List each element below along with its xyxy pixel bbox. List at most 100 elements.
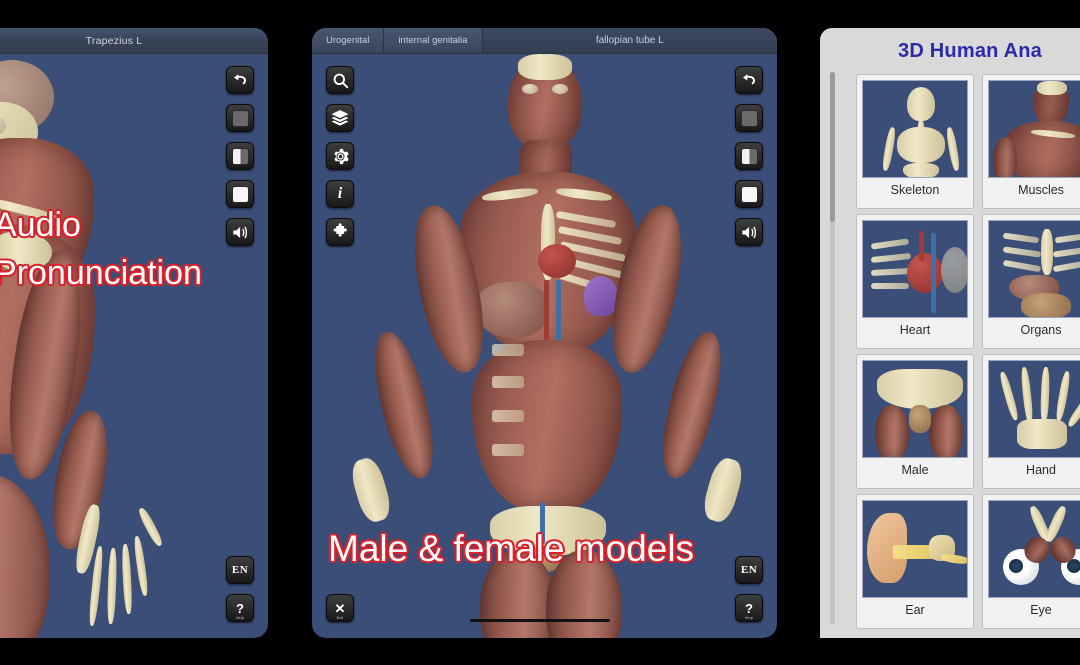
finger-bone-art [1020, 366, 1034, 424]
finger-bone-art [1054, 370, 1072, 422]
tab-fallopian-tube-l[interactable]: fallopian tube L [482, 28, 777, 53]
grid-item-muscles[interactable]: Muscles [982, 74, 1080, 209]
male-thumbnail [862, 360, 968, 458]
thumb-bone-art [136, 506, 165, 548]
metacarpal-art [1017, 419, 1067, 449]
gear-icon [331, 147, 350, 166]
grid-item-heart[interactable]: Heart [856, 214, 974, 349]
info-button[interactable]: i [326, 180, 354, 208]
language-label: EN [231, 563, 249, 576]
ear-thumbnail [862, 500, 968, 598]
settings-button[interactable] [326, 142, 354, 170]
undo-button-left[interactable] [226, 66, 254, 94]
speaker-icon [231, 223, 250, 242]
grid-item-ear[interactable]: Ear [856, 494, 974, 629]
device-panel-right: 3D Human Ana Skeleton Muscles Heart Orga… [820, 28, 1080, 638]
menu-scroll-thumb[interactable] [830, 72, 835, 222]
skeleton-thumbnail [862, 80, 968, 178]
search-button[interactable] [326, 66, 354, 94]
sternum-art [1041, 229, 1053, 275]
skull-art [907, 87, 935, 121]
opacity-light-button-center[interactable] [735, 180, 763, 208]
grid-item-organs[interactable]: Organs [982, 214, 1080, 349]
layers-icon [330, 108, 350, 128]
pelvis-art [903, 163, 939, 177]
opacity-light-icon [231, 185, 249, 203]
finger-bone-3-art [121, 543, 133, 615]
hand-left-art [347, 455, 395, 525]
muscles-thumbnail [988, 80, 1080, 178]
opacity-half-icon [231, 147, 249, 165]
rib-art [1054, 232, 1080, 244]
opacity-dark-button-left[interactable] [226, 104, 254, 132]
tab-internal-genitalia-label: internal genitalia [398, 35, 468, 46]
opacity-light-button-left[interactable] [226, 180, 254, 208]
language-button-left[interactable]: EN [226, 556, 254, 584]
forearm-right-art [652, 326, 732, 484]
device-panel-center: Urogenital internal genitalia fallopian … [312, 28, 777, 638]
screenshot-root: Trapezius L Audio Pronunciation EN ? Hel… [0, 0, 1080, 665]
finger-bone-2-art [106, 547, 118, 625]
caption-left-line2: Pronunciation [0, 254, 202, 292]
tab-fallopian-tube-l-label: fallopian tube L [595, 35, 664, 46]
anatomy-viewport-left[interactable] [0, 54, 268, 638]
grid-item-eye[interactable]: Eye [982, 494, 1080, 629]
skull-crown-art [518, 54, 572, 80]
layers-button[interactable] [326, 104, 354, 132]
aorta-art [919, 231, 924, 261]
model-grid: Skeleton Muscles Heart Organs Male Hand … [856, 74, 1080, 629]
grid-label-muscles: Muscles [1018, 183, 1064, 197]
menu-scrollbar[interactable] [830, 72, 835, 624]
abdominal-band-art [492, 376, 524, 388]
grid-label-ear: Ear [905, 603, 925, 617]
quiz-button[interactable] [326, 218, 354, 246]
thumb-bone-art [1066, 395, 1080, 429]
help-button-center[interactable]: ? Help [735, 594, 763, 622]
info-icon: i [337, 185, 343, 202]
tab-urogenital[interactable]: Urogenital [312, 28, 385, 53]
forearm-left-art [364, 326, 444, 484]
panel-left-titlebar: Trapezius L [0, 28, 268, 54]
undo-button-center[interactable] [735, 66, 763, 94]
heart-art [538, 244, 576, 278]
grid-label-eye: Eye [1030, 603, 1052, 617]
grid-label-heart: Heart [899, 323, 931, 337]
hand-thumbnail [988, 360, 1080, 458]
exit-button[interactable]: ✕ Exit [326, 594, 354, 622]
help-button-left[interactable]: ? Help [226, 594, 254, 622]
device-panel-left: Trapezius L Audio Pronunciation EN ? Hel… [0, 28, 268, 638]
opacity-half-button-center[interactable] [735, 142, 763, 170]
grid-item-skeleton[interactable]: Skeleton [856, 74, 974, 209]
pupil-left-art [1009, 559, 1023, 573]
hip-art [0, 474, 50, 638]
opacity-half-icon [740, 147, 758, 165]
eye-thumbnail [988, 500, 1080, 598]
abdomen-art [472, 340, 622, 510]
opacity-dark-button-center[interactable] [735, 104, 763, 132]
rib-art [870, 267, 912, 277]
finger-bone-art [1040, 366, 1050, 424]
tab-internal-genitalia[interactable]: internal genitalia [384, 28, 483, 53]
help-icon: ? [236, 600, 244, 616]
rib-art [1052, 259, 1080, 273]
undo-icon [740, 71, 758, 89]
grid-label-hand: Hand [1026, 463, 1056, 477]
opacity-half-button-left[interactable] [226, 142, 254, 170]
audio-button-center[interactable] [735, 218, 763, 246]
language-button-center[interactable]: EN [735, 556, 763, 584]
grid-item-male[interactable]: Male [856, 354, 974, 489]
thigh-left-art [875, 405, 909, 457]
search-icon [331, 71, 350, 90]
close-icon: ✕ [334, 600, 346, 616]
pelvis-art [877, 369, 963, 409]
exit-sublabel: Exit [336, 616, 344, 620]
auditory-nerve-art [940, 553, 967, 565]
abdominal-band-art [492, 344, 524, 356]
language-label: EN [740, 563, 758, 576]
panel-left-title-text: Trapezius L [85, 34, 143, 47]
finger-bone-art [998, 370, 1020, 422]
arm-bone-art [881, 126, 897, 172]
audio-button-left[interactable] [226, 218, 254, 246]
grid-item-hand[interactable]: Hand [982, 354, 1080, 489]
finger-bone-4-art [132, 535, 150, 597]
